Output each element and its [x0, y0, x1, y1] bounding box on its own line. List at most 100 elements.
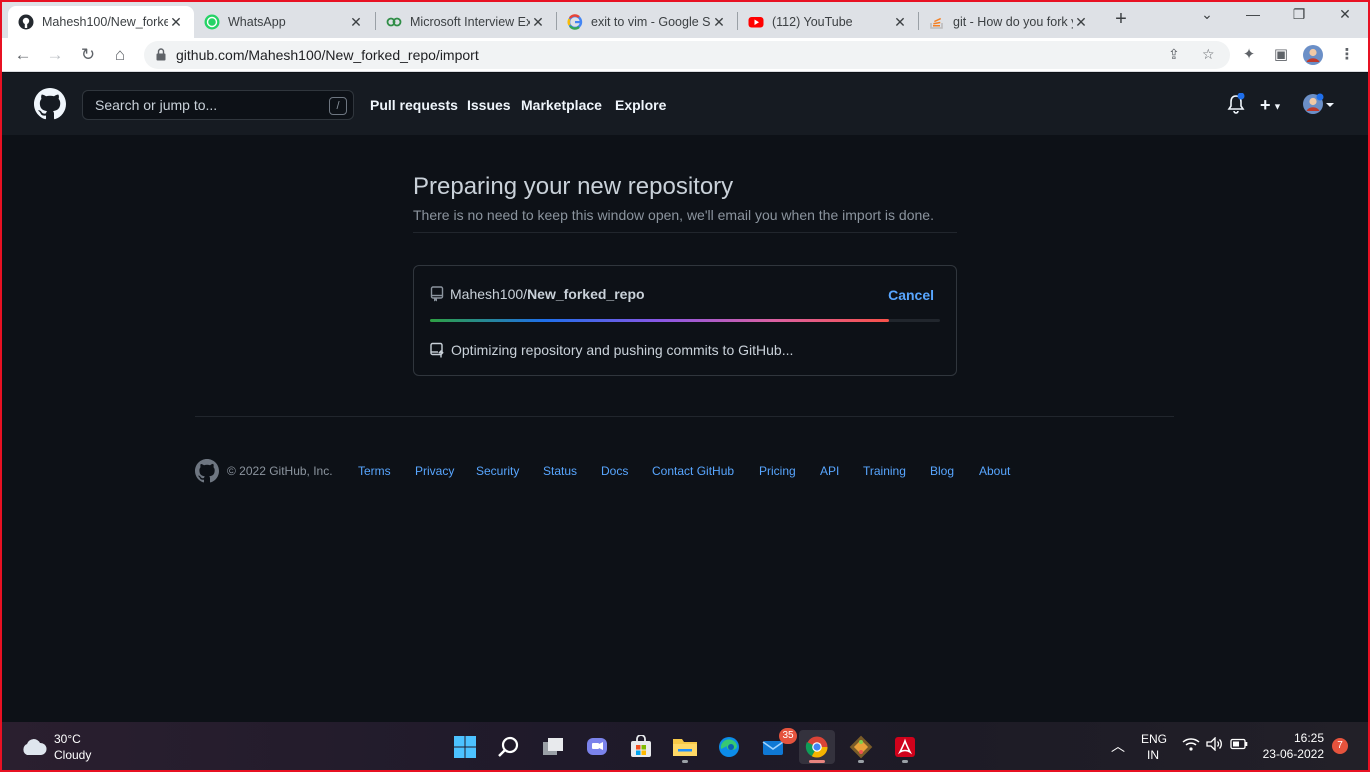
tab-microsoft-interview[interactable]: Microsoft Interview Experience ✕ — [376, 6, 556, 38]
acrobat-reader-icon[interactable] — [887, 730, 923, 764]
extensions-puzzle-icon[interactable]: ✦ — [1238, 44, 1260, 66]
running-indicator — [902, 760, 908, 763]
reload-button[interactable]: ↻ — [75, 42, 101, 68]
bookmark-star-icon[interactable]: ☆ — [1202, 46, 1215, 63]
address-bar[interactable]: github.com/Mahesh100/New_forked_repo/imp… — [144, 41, 1230, 69]
footer-link-status[interactable]: Status — [543, 464, 577, 478]
profile-avatar[interactable] — [1302, 44, 1324, 66]
file-explorer-icon[interactable] — [667, 730, 703, 764]
close-window-button[interactable]: ✕ — [1322, 6, 1368, 23]
youtube-icon — [748, 14, 764, 30]
search-placeholder: Search or jump to... — [95, 97, 218, 113]
browser-menu-icon[interactable]: ⋮ — [1336, 44, 1358, 66]
wifi-icon[interactable] — [1182, 737, 1200, 754]
close-icon[interactable]: ✕ — [530, 14, 546, 31]
task-view-icon[interactable] — [535, 730, 571, 764]
share-icon[interactable]: ⇪ — [1168, 46, 1180, 63]
import-progress-fill — [430, 319, 889, 322]
browser-toolbar: ← → ↻ ⌂ github.com/Mahesh100/New_forked_… — [0, 38, 1370, 72]
footer-link-security[interactable]: Security — [476, 464, 519, 478]
repo-name[interactable]: New_forked_repo — [527, 286, 644, 302]
running-indicator — [858, 760, 864, 763]
repo-icon — [430, 286, 444, 302]
close-icon[interactable]: ✕ — [892, 14, 908, 31]
chrome-browser-icon[interactable] — [799, 730, 835, 764]
back-button[interactable]: ← — [10, 42, 36, 68]
tab-title: WhatsApp — [228, 15, 286, 29]
show-hidden-icons-chevron[interactable]: ︿ — [1111, 736, 1125, 756]
footer-link-terms[interactable]: Terms — [358, 464, 391, 478]
footer-link-about[interactable]: About — [979, 464, 1010, 478]
create-new-plus-icon[interactable]: + ▼ — [1260, 95, 1282, 116]
url-text: github.com/Mahesh100/New_forked_repo/imp… — [176, 47, 479, 63]
battery-icon[interactable] — [1230, 738, 1248, 753]
home-button[interactable]: ⌂ — [107, 42, 133, 68]
repository-name: Mahesh100/New_forked_repo — [430, 286, 645, 302]
nav-issues[interactable]: Issues — [467, 97, 511, 113]
edge-browser-icon[interactable] — [711, 730, 747, 764]
tab-search-chevron-icon[interactable]: ⌄ — [1184, 6, 1230, 23]
github-header: Search or jump to... / Pull requests Iss… — [2, 73, 1368, 135]
footer-link-privacy[interactable]: Privacy — [415, 464, 454, 478]
notifications-bell-icon[interactable] — [1226, 92, 1246, 120]
start-button[interactable] — [447, 730, 483, 764]
search-input[interactable]: Search or jump to... / — [82, 90, 354, 120]
import-progress-card: Mahesh100/New_forked_repo Cancel Optimiz… — [413, 265, 957, 376]
active-app-indicator — [809, 760, 825, 763]
close-icon[interactable]: ✕ — [348, 14, 364, 31]
minimize-button[interactable]: — — [1230, 6, 1276, 22]
tab-title: (112) YouTube — [772, 15, 853, 29]
github-mark-icon[interactable] — [195, 459, 219, 488]
import-progress-bar — [430, 319, 940, 322]
footer-link-docs[interactable]: Docs — [601, 464, 628, 478]
footer-link-training[interactable]: Training — [863, 464, 906, 478]
weather-temperature: 30°C — [54, 732, 81, 746]
nav-pull-requests[interactable]: Pull requests — [370, 97, 458, 113]
tab-google-search[interactable]: exit to vim - Google Search ✕ — [557, 6, 737, 38]
input-language[interactable]: ENG IN — [1141, 732, 1167, 762]
weather-condition: Cloudy — [54, 748, 92, 762]
clock[interactable]: 16:25 23-06-2022 — [1262, 731, 1324, 761]
close-icon[interactable]: ✕ — [168, 14, 184, 31]
close-icon[interactable]: ✕ — [711, 14, 727, 31]
restore-button[interactable]: ❐ — [1276, 6, 1322, 23]
github-logo-icon[interactable] — [34, 88, 66, 125]
nav-explore[interactable]: Explore — [615, 97, 666, 113]
user-avatar[interactable] — [1302, 93, 1336, 120]
repo-owner[interactable]: Mahesh100/ — [450, 286, 527, 302]
tab-title: exit to vim - Google Search — [591, 15, 711, 29]
mail-icon[interactable]: 35 — [755, 728, 797, 764]
tab-stackoverflow[interactable]: git - How do you fork your own repositor… — [919, 6, 1099, 38]
footer-divider — [195, 416, 1174, 417]
teams-chat-icon[interactable] — [579, 730, 615, 764]
footer-link-contact[interactable]: Contact GitHub — [652, 464, 734, 478]
nav-marketplace[interactable]: Marketplace — [521, 97, 602, 113]
git-gui-icon[interactable] — [843, 730, 879, 764]
tab-title: Microsoft Interview Experience — [410, 15, 530, 29]
side-panel-icon[interactable]: ▣ — [1270, 44, 1292, 66]
search-shortcut-key: / — [329, 97, 347, 115]
close-icon[interactable]: ✕ — [1073, 14, 1089, 31]
cloud-icon — [20, 738, 48, 761]
github-icon — [18, 14, 34, 30]
microsoft-store-icon[interactable] — [623, 730, 659, 764]
import-status-text: Optimizing repository and pushing commit… — [451, 342, 794, 358]
footer-link-api[interactable]: API — [820, 464, 839, 478]
new-tab-button[interactable]: + — [1108, 7, 1134, 33]
tab-strip: Mahesh100/New_forked_repo/import ✕ Whats… — [0, 0, 1370, 38]
notification-count-badge[interactable]: 7 — [1332, 738, 1348, 754]
footer: © 2022 GitHub, Inc. Terms Privacy Securi… — [195, 459, 1095, 483]
tab-github-import[interactable]: Mahesh100/New_forked_repo/import ✕ — [8, 6, 194, 38]
tab-youtube[interactable]: (112) YouTube ✕ — [738, 6, 918, 38]
mail-unread-badge: 35 — [779, 728, 797, 744]
windows-taskbar: 30°C Cloudy 35 ︿ ENG IN 16:25 23-06-2022… — [0, 722, 1370, 772]
tab-whatsapp[interactable]: WhatsApp ✕ — [194, 6, 374, 38]
search-icon[interactable] — [491, 730, 527, 764]
page-subtitle: There is no need to keep this window ope… — [413, 207, 934, 223]
cancel-import-button[interactable]: Cancel — [888, 287, 934, 303]
page-title: Preparing your new repository — [413, 173, 734, 200]
footer-link-blog[interactable]: Blog — [930, 464, 954, 478]
forward-button[interactable]: → — [42, 42, 68, 68]
volume-icon[interactable] — [1206, 736, 1224, 754]
footer-link-pricing[interactable]: Pricing — [759, 464, 796, 478]
